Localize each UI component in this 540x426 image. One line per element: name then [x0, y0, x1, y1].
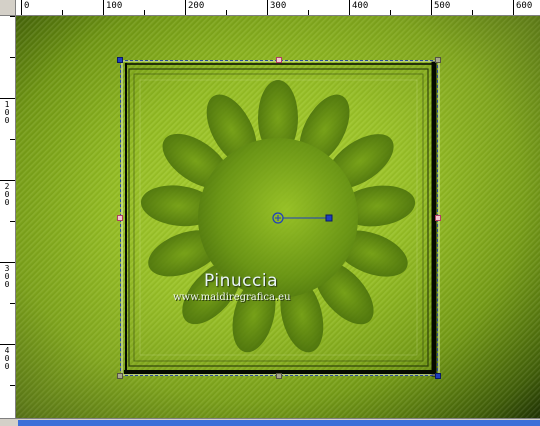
- vertical-ruler[interactable]: 1 0 0 2 0 0 3 0 0 4 0 0: [0, 16, 16, 418]
- horizontal-ruler[interactable]: 0 100 200 300 400 500 600: [16, 0, 540, 16]
- watermark-url: www.maidiregrafica.eu: [173, 292, 291, 303]
- handle-bottom-right[interactable]: [435, 373, 441, 379]
- handle-middle-right[interactable]: [435, 215, 441, 221]
- handle-bottom-left[interactable]: [117, 373, 123, 379]
- image-canvas[interactable]: Pinuccia www.maidiregrafica.eu: [16, 16, 540, 418]
- ruler-label-v-400: 4 0 0: [4, 346, 10, 371]
- ruler-label-400: 400: [352, 1, 369, 11]
- ruler-label-600: 600: [516, 1, 533, 11]
- selection-frame[interactable]: [120, 60, 438, 376]
- ruler-label-100: 100: [106, 1, 123, 11]
- ruler-label-0: 0: [24, 1, 30, 11]
- handle-top-middle[interactable]: [276, 57, 282, 63]
- ruler-label-v-300: 3 0 0: [4, 264, 10, 289]
- horizontal-scrollbar-thumb[interactable]: [18, 420, 540, 426]
- watermark-title: Pinuccia: [204, 271, 278, 291]
- ruler-corner: [0, 0, 16, 16]
- handle-middle-left[interactable]: [117, 215, 123, 221]
- handle-top-left[interactable]: [117, 57, 123, 63]
- handle-top-right[interactable]: [435, 57, 441, 63]
- handle-bottom-middle[interactable]: [276, 373, 282, 379]
- ruler-label-v-100: 1 0 0: [4, 100, 10, 125]
- ruler-label-v-200: 2 0 0: [4, 182, 10, 207]
- horizontal-scrollbar[interactable]: [0, 418, 540, 426]
- ruler-label-300: 300: [270, 1, 287, 11]
- ruler-label-500: 500: [434, 1, 451, 11]
- ruler-label-200: 200: [188, 1, 205, 11]
